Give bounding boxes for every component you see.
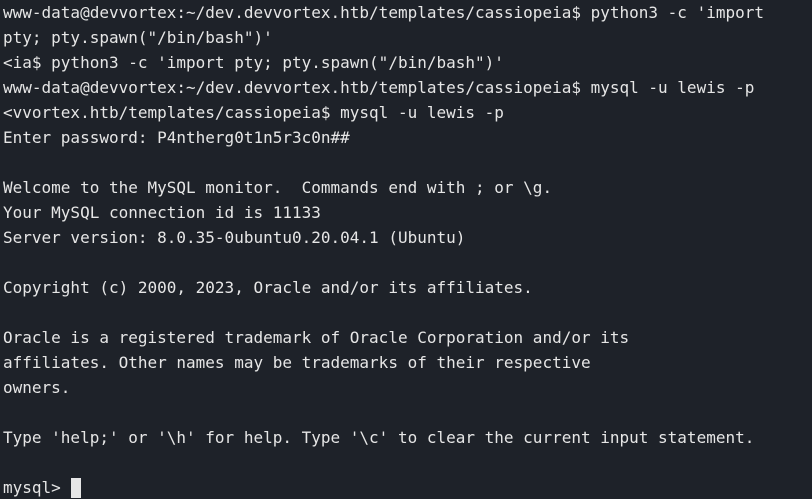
terminal-line: Server version: 8.0.35-0ubuntu0.20.04.1 … [3,228,466,247]
terminal-window[interactable]: www-data@devvortex:~/dev.devvortex.htb/t… [0,0,812,499]
text-cursor [70,477,81,498]
terminal-line: <ia$ python3 -c 'import pty; pty.spawn("… [3,53,504,72]
terminal-line: affiliates. Other names may be trademark… [3,353,591,372]
terminal-line: Type 'help;' or '\h' for help. Type '\c'… [3,428,755,447]
terminal-line: www-data@devvortex:~/dev.devvortex.htb/t… [3,3,764,22]
terminal-line: Oracle is a registered trademark of Orac… [3,328,630,347]
terminal-line: www-data@devvortex:~/dev.devvortex.htb/t… [3,78,755,97]
terminal-line: Welcome to the MySQL monitor. Commands e… [3,178,553,197]
terminal-line: <vvortex.htb/templates/cassiopeia$ mysql… [3,103,504,122]
terminal-line: Copyright (c) 2000, 2023, Oracle and/or … [3,278,533,297]
mysql-prompt-line[interactable]: mysql> [3,475,812,499]
terminal-line: Enter password: P4ntherg0t1n5r3c0n## [3,128,350,147]
terminal-line: owners. [3,378,71,397]
terminal-line: pty; pty.spawn("/bin/bash")' [3,28,273,47]
terminal-line: Your MySQL connection id is 11133 [3,203,321,222]
mysql-prompt: mysql> [3,478,61,497]
